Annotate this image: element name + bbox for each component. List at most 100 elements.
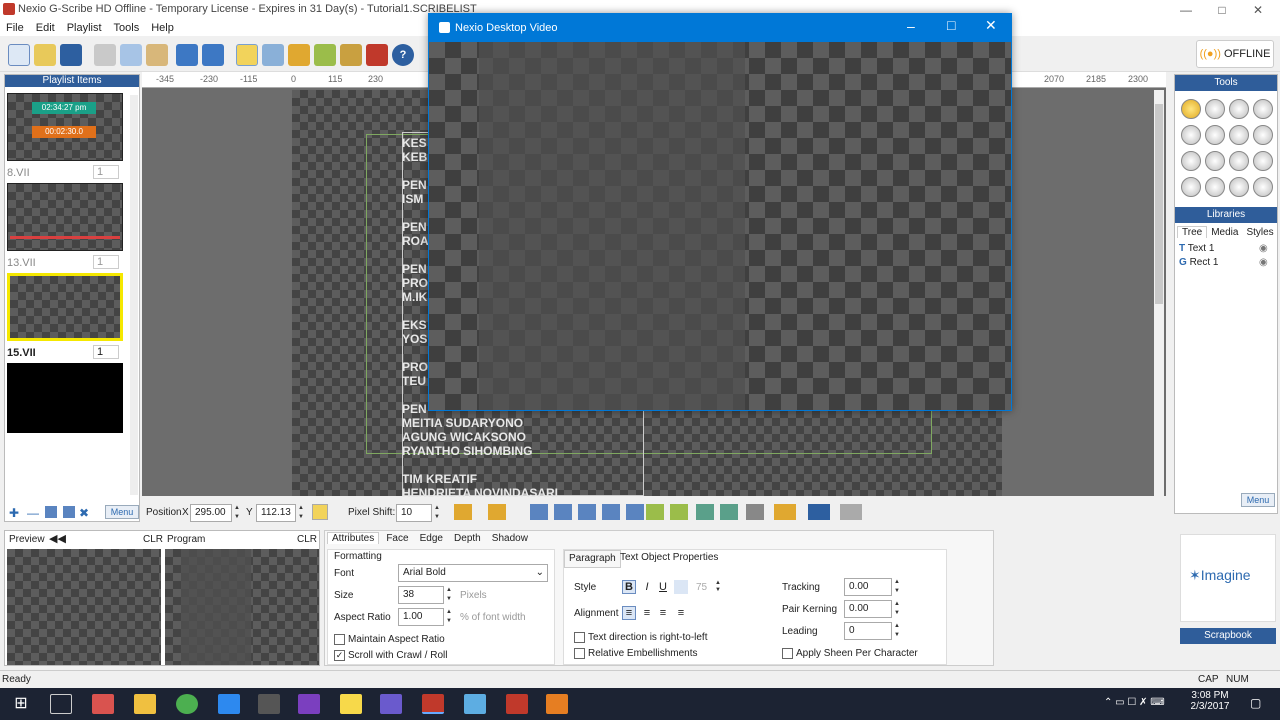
select-tool-icon[interactable]	[1181, 99, 1201, 119]
pill-tool-icon[interactable]	[1253, 177, 1273, 197]
pair-kerning-spinner[interactable]: ▲ ▼	[893, 600, 901, 618]
text-tool-icon[interactable]	[236, 44, 258, 66]
windows-start-icon[interactable]: ⊞	[10, 694, 32, 714]
align-right-button[interactable]: ≡	[656, 606, 670, 620]
aspect-spinner[interactable]: ▲ ▼	[445, 608, 453, 626]
fit-icon[interactable]	[720, 504, 738, 520]
style-spinner[interactable]: ▲ ▼	[714, 580, 722, 594]
tracking-input[interactable]: 0.00	[844, 578, 892, 596]
minimize-button[interactable]: —	[1168, 0, 1204, 20]
baseline-tool-icon[interactable]	[1229, 99, 1249, 119]
undo-icon[interactable]	[176, 44, 198, 66]
remove-icon[interactable]: —	[27, 506, 39, 520]
rounded-rect-tool-icon[interactable]	[1229, 177, 1249, 197]
tab-tree[interactable]: Tree	[1177, 226, 1208, 238]
new-icon[interactable]	[8, 44, 30, 66]
effects-icon[interactable]	[840, 504, 862, 520]
users-icon[interactable]	[288, 44, 310, 66]
rect-tool-icon[interactable]	[1229, 125, 1249, 145]
program-clear-button[interactable]: CLR	[297, 534, 317, 545]
visibility-eye-icon[interactable]: ◉	[1259, 243, 1268, 254]
rotate-tool-icon[interactable]	[1229, 151, 1249, 171]
kern-tool-icon[interactable]	[1253, 99, 1273, 119]
text-tool-icon[interactable]	[1205, 99, 1225, 119]
open-icon[interactable]	[34, 44, 56, 66]
menu-help[interactable]: Help	[145, 20, 180, 36]
playlist-thumb-1[interactable]: 02:34:27 pm 00:02:30.0	[7, 93, 123, 161]
justify-button[interactable]: ≡	[674, 606, 688, 620]
menu-tools[interactable]: Tools	[108, 20, 146, 36]
copy-icon[interactable]	[120, 44, 142, 66]
tab-face[interactable]: Face	[382, 533, 412, 544]
playlist-item-count[interactable]: 1	[93, 165, 119, 179]
size-input[interactable]: 38	[398, 586, 444, 604]
file-explorer-icon[interactable]	[134, 694, 156, 714]
close-icon[interactable]: ✕	[985, 17, 997, 34]
rewind-icon[interactable]: ◀◀	[49, 532, 66, 545]
visibility-eye-icon[interactable]: ◉	[1259, 257, 1268, 268]
bring-forward-icon[interactable]	[554, 504, 572, 520]
y-spinner[interactable]: ▲ ▼	[297, 504, 305, 522]
notification-icon[interactable]: ▢	[1250, 696, 1261, 710]
playlist-thumb-4[interactable]	[7, 363, 123, 433]
edit-icon[interactable]	[746, 504, 764, 520]
tag-icon[interactable]	[314, 44, 336, 66]
system-tray-icons[interactable]: ⌃ ▭ ☐ ✗ ⌨	[1104, 697, 1165, 708]
scroll-crawl-checkbox[interactable]: ✓ Scroll with Crawl / Roll	[334, 650, 447, 661]
taskbar-app-icon[interactable]	[464, 694, 486, 714]
canvas-vertical-scrollbar[interactable]	[1154, 90, 1164, 496]
menu-file[interactable]: File	[0, 20, 30, 36]
close-button[interactable]: ✕	[1240, 0, 1276, 20]
lock-icon[interactable]	[312, 504, 328, 520]
paste-icon[interactable]	[146, 44, 168, 66]
playlist-menu-button[interactable]: Menu	[105, 505, 139, 519]
align-center-icon[interactable]	[488, 504, 506, 520]
rtl-checkbox[interactable]: Text direction is right-to-left	[574, 632, 708, 643]
move-up-icon[interactable]	[45, 506, 57, 518]
tab-paragraph[interactable]: Paragraph	[564, 550, 621, 568]
playlist-thumb-2[interactable]	[7, 183, 123, 251]
distribute-icon[interactable]	[774, 504, 796, 520]
underline-button[interactable]: U	[656, 580, 670, 594]
taskbar-app-icon[interactable]	[258, 694, 280, 714]
tab-styles[interactable]: Styles	[1242, 227, 1277, 238]
tab-shadow[interactable]: Shadow	[488, 533, 532, 544]
pixel-shift-spinner[interactable]: ▲ ▼	[433, 504, 441, 522]
sticky-notes-icon[interactable]	[340, 694, 362, 714]
flip-v-icon[interactable]	[670, 504, 688, 520]
arrange-icon[interactable]	[530, 504, 548, 520]
tab-edge[interactable]: Edge	[416, 533, 447, 544]
x-spinner[interactable]: ▲ ▼	[233, 504, 241, 522]
zoom-tool-icon[interactable]	[1181, 151, 1201, 171]
italic-button[interactable]: I	[640, 580, 654, 594]
preview-clear-button[interactable]: CLR	[143, 534, 163, 545]
clock-tool-icon[interactable]	[1205, 151, 1225, 171]
cut-icon[interactable]	[94, 44, 116, 66]
taskbar-app-icon[interactable]	[506, 694, 528, 714]
pair-kerning-input[interactable]: 0.00	[844, 600, 892, 618]
roll-tool-icon[interactable]	[1205, 125, 1225, 145]
relative-embellishments-checkbox[interactable]: Relative Embellishments	[574, 648, 698, 659]
maintain-aspect-checkbox[interactable]: Maintain Aspect Ratio	[334, 634, 445, 645]
maximize-icon[interactable]: □	[947, 17, 955, 33]
tracking-spinner[interactable]: ▲ ▼	[893, 578, 901, 596]
size-spinner[interactable]: ▲ ▼	[445, 586, 453, 604]
menu-edit[interactable]: Edit	[30, 20, 61, 36]
delete-icon[interactable]: ✖	[79, 506, 89, 520]
offline-button[interactable]: ((●)) OFFLINE	[1196, 40, 1274, 68]
taskbar-app-icon[interactable]	[92, 694, 114, 714]
shape-icon[interactable]	[626, 504, 644, 520]
playlist-item-count[interactable]: 1	[93, 345, 119, 359]
leading-spinner[interactable]: ▲ ▼	[893, 622, 901, 640]
menu-playlist[interactable]: Playlist	[61, 20, 108, 36]
chrome-icon[interactable]	[176, 694, 198, 714]
group-icon[interactable]	[602, 504, 620, 520]
taskbar-app-icon[interactable]	[546, 694, 568, 714]
g-scribe-taskbar-icon[interactable]	[422, 694, 444, 714]
crawl-tool-icon[interactable]	[1181, 125, 1201, 145]
redo-icon[interactable]	[202, 44, 224, 66]
crop-icon[interactable]	[696, 504, 714, 520]
add-icon[interactable]: ✚	[9, 506, 19, 520]
image-tool-icon[interactable]	[1253, 125, 1273, 145]
sheen-per-character-checkbox[interactable]: Apply Sheen Per Character	[782, 648, 918, 659]
